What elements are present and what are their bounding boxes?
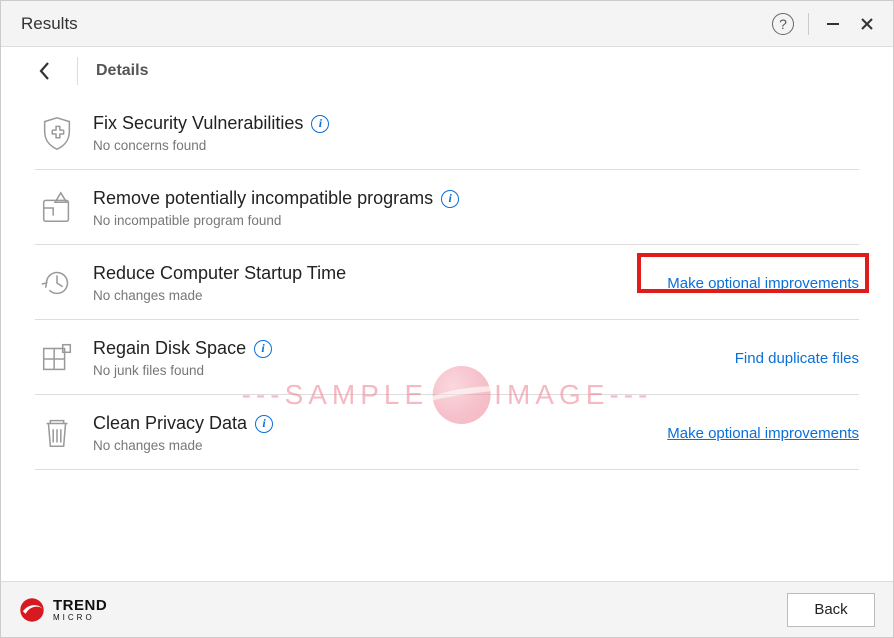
row-title: Remove potentially incompatible programs [93,188,433,209]
row-title: Regain Disk Space [93,338,246,359]
row-remove-incompatible: Remove potentially incompatible programs… [35,170,859,245]
separator [808,13,809,35]
window-title: Results [21,14,772,34]
row-subtitle: No incompatible program found [93,213,859,228]
row-disk-space: Regain Disk Space i No junk files found … [35,320,859,395]
make-improvements-link[interactable]: Make optional improvements [655,275,859,292]
subheader: Details [1,47,893,95]
separator [77,57,78,85]
info-icon[interactable]: i [255,415,273,433]
back-button[interactable]: Back [787,593,875,627]
help-icon[interactable]: ? [772,13,794,35]
back-arrow-button[interactable] [27,53,63,89]
brand-logo: TREND MICRO [19,597,107,623]
clock-back-icon [35,261,79,305]
breadcrumb: Details [96,62,148,80]
row-privacy-data: Clean Privacy Data i No changes made Mak… [35,395,859,470]
program-warning-icon [35,186,79,230]
find-duplicates-link[interactable]: Find duplicate files [723,350,859,367]
trend-logo-icon [19,597,45,623]
close-icon[interactable] [857,14,877,34]
row-subtitle: No junk files found [93,363,723,378]
shield-icon [35,111,79,155]
brand-sub: MICRO [53,614,107,622]
make-improvements-link[interactable]: Make optional improvements [655,425,859,442]
brand-name: TREND [53,598,107,613]
row-startup-time: Reduce Computer Startup Time No changes … [35,245,859,320]
row-title: Reduce Computer Startup Time [93,263,346,284]
trash-icon [35,411,79,455]
row-subtitle: No concerns found [93,138,859,153]
window-controls: ? [772,13,877,35]
info-icon[interactable]: i [254,340,272,358]
row-title: Clean Privacy Data [93,413,247,434]
info-icon[interactable]: i [441,190,459,208]
row-title: Fix Security Vulnerabilities [93,113,303,134]
footer: TREND MICRO Back [1,581,893,637]
titlebar: Results ? [1,1,893,47]
row-subtitle: No changes made [93,438,655,453]
row-fix-security: Fix Security Vulnerabilities i No concer… [35,95,859,170]
row-subtitle: No changes made [93,288,655,303]
results-list: Fix Security Vulnerabilities i No concer… [1,95,893,470]
disk-grid-icon [35,336,79,380]
minimize-icon[interactable] [823,14,843,34]
info-icon[interactable]: i [311,115,329,133]
